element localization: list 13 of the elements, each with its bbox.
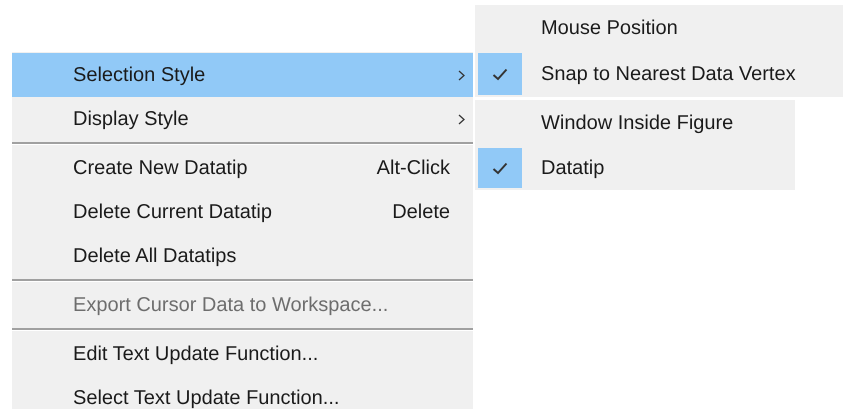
menu-item[interactable]: Create New Datatip Alt-Click: [12, 146, 473, 190]
check-icon: [492, 68, 508, 80]
menu-item[interactable]: Display Style: [12, 97, 473, 141]
menu-item[interactable]: Delete Current Datatip Delete: [12, 190, 473, 234]
menu-item[interactable]: Delete All Datatips: [12, 234, 473, 278]
submenu-item[interactable]: Mouse Position: [478, 5, 843, 51]
submenu-item[interactable]: Snap to Nearest Data Vertex: [478, 51, 843, 97]
submenu-item[interactable]: Datatip: [478, 146, 795, 190]
submenu-item[interactable]: Window Inside Figure: [478, 100, 795, 146]
menu-item[interactable]: Select Text Update Function...: [12, 376, 473, 409]
menu-item[interactable]: Selection Style: [12, 53, 473, 97]
check-icon: [492, 162, 508, 174]
menu-item[interactable]: Edit Text Update Function...: [12, 332, 473, 376]
